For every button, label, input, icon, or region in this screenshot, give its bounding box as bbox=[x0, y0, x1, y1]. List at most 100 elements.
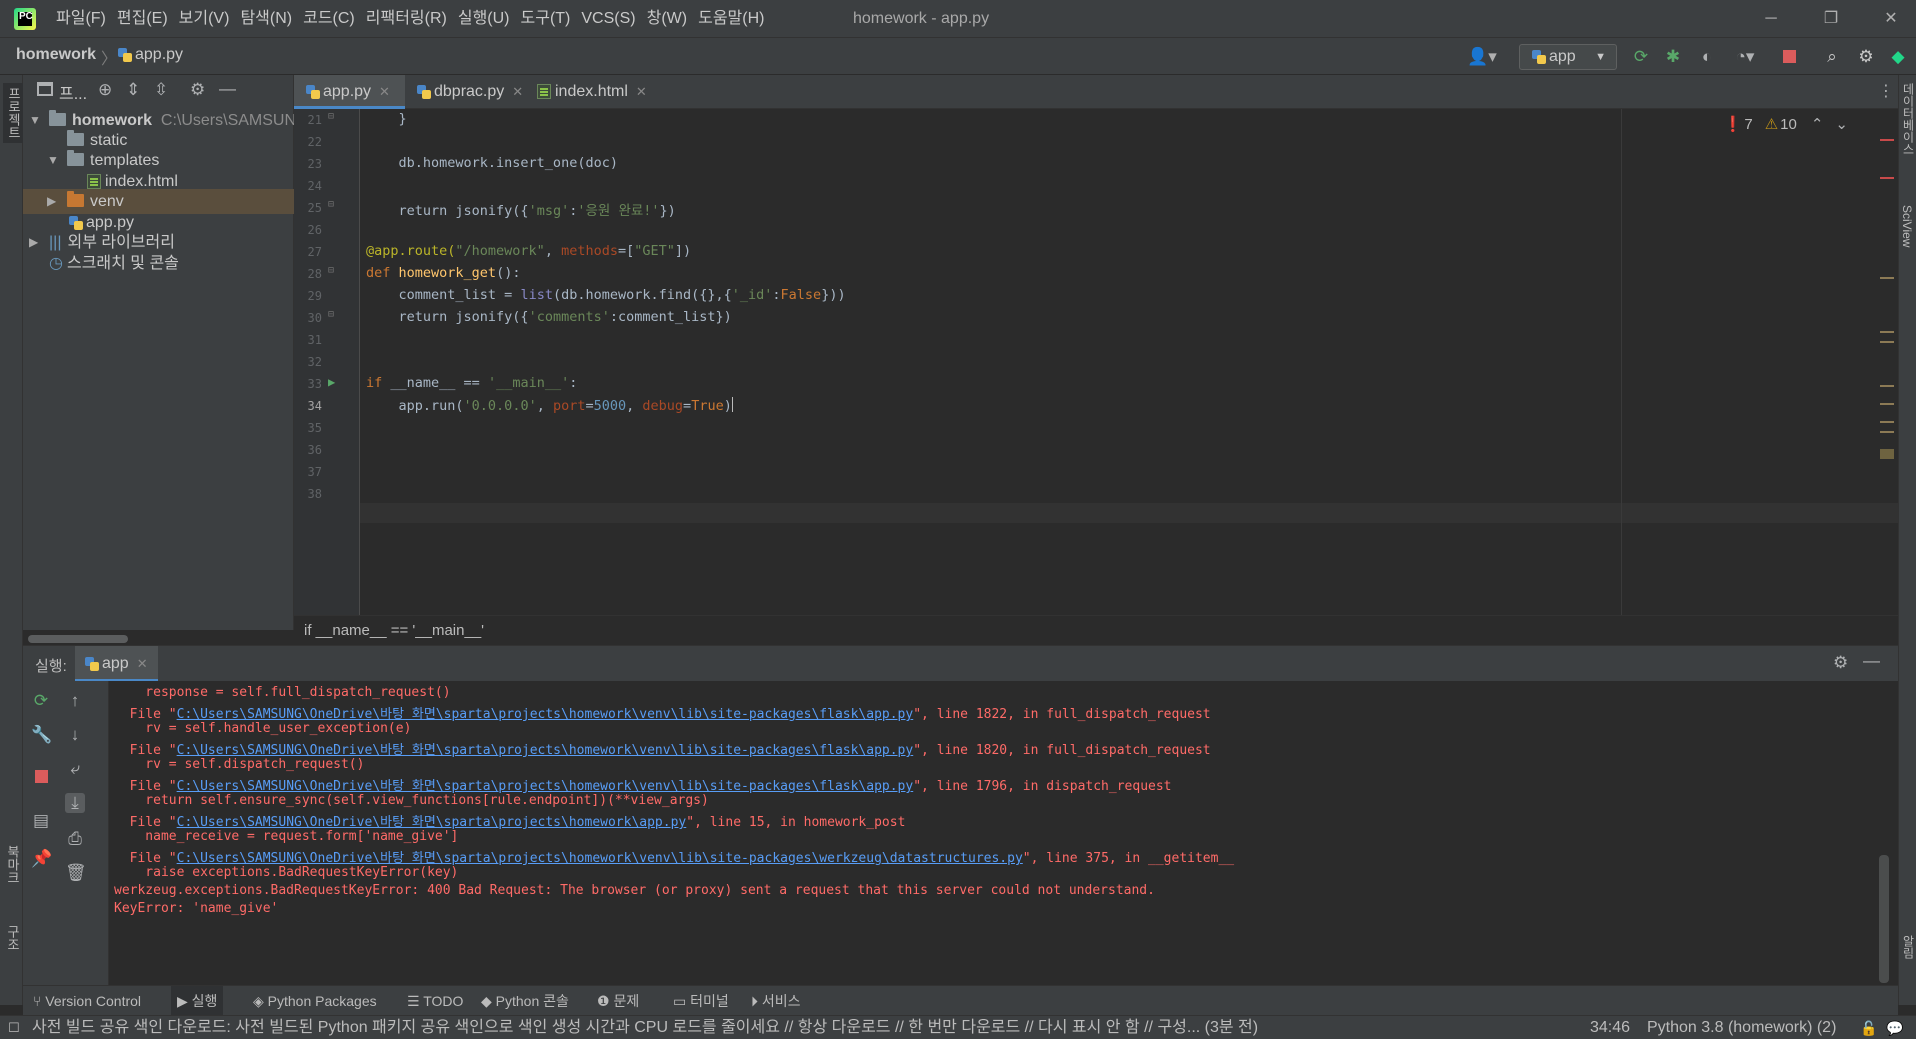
coverage-icon[interactable]: ◐ bbox=[1697, 47, 1717, 67]
tool-services[interactable]: ⏵ 서비스 bbox=[751, 986, 801, 1016]
status-toggle-icon[interactable]: ☐ bbox=[8, 1016, 20, 1039]
lock-icon[interactable]: 🔓 bbox=[1860, 1016, 1877, 1039]
tab-app-py[interactable]: app.py ✕ bbox=[294, 75, 405, 109]
run-gutter-icon[interactable]: ▶ bbox=[328, 375, 335, 389]
hide-panel-icon[interactable]: — bbox=[219, 79, 236, 99]
tool-window-database[interactable]: 데이터베이스 bbox=[1900, 83, 1916, 155]
tool-version-control[interactable]: ⑂ Version Control bbox=[33, 986, 141, 1016]
print-icon[interactable]: ⎙ bbox=[65, 829, 85, 849]
close-button[interactable]: ✕ bbox=[1868, 0, 1914, 37]
tool-problems[interactable]: ❶ 문제 bbox=[597, 986, 639, 1016]
line-number: 22 bbox=[307, 135, 322, 149]
scroll-down-icon[interactable]: ↓ bbox=[65, 725, 85, 745]
profile-icon[interactable]: ◔▾ bbox=[1728, 47, 1762, 67]
tool-todo[interactable]: ☰ TODO bbox=[407, 986, 463, 1016]
menu-tools[interactable]: 도구(T) bbox=[521, 0, 579, 37]
project-panel-title[interactable]: 프... bbox=[59, 80, 87, 104]
tab-dbprac-py[interactable]: dbprac.py ✕ bbox=[405, 75, 525, 109]
menu-code[interactable]: 코드(C) bbox=[303, 0, 363, 37]
python-console-icon: ◆ bbox=[481, 993, 496, 1009]
close-tab-icon[interactable]: ✕ bbox=[636, 84, 647, 99]
breadcrumb-project[interactable]: homework bbox=[16, 46, 96, 64]
fold-icon[interactable]: ⊟ bbox=[328, 111, 334, 122]
tool-window-structure[interactable]: 구조 bbox=[3, 925, 22, 951]
run-config-select[interactable]: app ▼ bbox=[1519, 44, 1617, 70]
tab-index-html[interactable]: index.html ✕ bbox=[525, 75, 655, 109]
run-tab-app[interactable]: app ✕ bbox=[75, 646, 158, 682]
tool-window-project[interactable]: 프로젝트 bbox=[3, 83, 24, 143]
fold-icon[interactable]: ⊟ bbox=[328, 309, 334, 320]
restore-button[interactable]: ❐ bbox=[1808, 0, 1854, 37]
modify-run-config-icon[interactable]: 🔧 bbox=[31, 725, 52, 745]
menu-refactor[interactable]: 리팩터링(R) bbox=[366, 0, 455, 37]
notifications-icon[interactable]: 💬 bbox=[1886, 1016, 1903, 1039]
editor-breadcrumb[interactable]: if __name__ == '__main__' bbox=[294, 615, 1898, 645]
rerun-icon[interactable]: ⟳ bbox=[31, 691, 51, 711]
close-tab-icon[interactable]: ✕ bbox=[379, 84, 390, 99]
console-file-link[interactable]: C:\Users\SAMSUNG\OneDrive\바탕 화면\sparta\p… bbox=[177, 779, 914, 794]
tool-window-sciview[interactable]: SciView bbox=[1900, 205, 1914, 247]
python-interpreter[interactable]: Python 3.8 (homework) (2) bbox=[1647, 1016, 1836, 1039]
pin-icon[interactable]: 📌 bbox=[31, 849, 52, 869]
rerun-icon[interactable]: ⟳ bbox=[1631, 47, 1651, 67]
warning-marker bbox=[1880, 331, 1894, 333]
search-icon[interactable]: ⌕ bbox=[1822, 47, 1842, 67]
console-file-link[interactable]: C:\Users\SAMSUNG\OneDrive\바탕 화면\sparta\p… bbox=[177, 743, 914, 758]
menu-navigate[interactable]: 탐색(N) bbox=[240, 0, 300, 37]
tab-more-options-icon[interactable]: ⋮ bbox=[1878, 81, 1894, 101]
menu-help[interactable]: 도움말(H) bbox=[698, 0, 772, 37]
panel-settings-gear-icon[interactable]: ⚙ bbox=[190, 80, 205, 100]
collapse-all-icon[interactable]: ⇳ bbox=[154, 80, 168, 100]
menu-run[interactable]: 실행(U) bbox=[458, 0, 518, 37]
plugins-icon[interactable]: ◆ bbox=[1888, 47, 1908, 67]
menu-view[interactable]: 보기(V) bbox=[179, 0, 238, 37]
tool-python-packages[interactable]: ◈ Python Packages bbox=[253, 986, 377, 1016]
locate-icon[interactable]: ⊕ bbox=[98, 80, 112, 100]
stop-icon[interactable] bbox=[31, 767, 51, 787]
fold-icon[interactable]: ⊟ bbox=[328, 265, 334, 276]
close-tab-icon[interactable]: ✕ bbox=[137, 656, 148, 671]
scroll-up-icon[interactable]: ↑ bbox=[65, 691, 85, 711]
console-file-link[interactable]: C:\Users\SAMSUNG\OneDrive\바탕 화면\sparta\p… bbox=[177, 851, 1023, 866]
editor-scroll-markers[interactable] bbox=[1876, 109, 1898, 615]
tool-window-bookmarks[interactable]: 북마크 bbox=[3, 845, 22, 884]
menu-edit[interactable]: 편집(E) bbox=[117, 0, 176, 37]
settings-gear-icon[interactable]: ⚙ bbox=[1856, 47, 1876, 67]
run-settings-gear-icon[interactable]: ⚙ bbox=[1833, 653, 1848, 673]
clear-all-icon[interactable]: 🗑 bbox=[65, 863, 87, 883]
previous-problem-icon[interactable]: ⌃ bbox=[1811, 115, 1824, 133]
run-panel-header: 실행: app ✕ ⚙ — bbox=[23, 645, 1898, 682]
expand-all-icon[interactable]: ⇕ bbox=[126, 80, 140, 100]
scroll-to-end-icon[interactable]: ⤓ bbox=[65, 793, 85, 813]
minimize-button[interactable]: ─ bbox=[1748, 0, 1794, 37]
inspection-widget[interactable]: ❗ 7 ⚠ 10 ⌃ ⌄ bbox=[1724, 115, 1848, 134]
scratches-icon: ◷ bbox=[49, 255, 63, 272]
layout-icon[interactable]: ▤ bbox=[31, 811, 51, 831]
menu-window[interactable]: 창(W) bbox=[647, 0, 695, 37]
code-line: def homework_get(): bbox=[366, 265, 521, 281]
console-scrollbar[interactable] bbox=[1879, 855, 1889, 983]
code-editor[interactable]: 21 22 23 24 25 26 27 28 29 30 31 32 33 3… bbox=[294, 109, 1898, 615]
console-file-link[interactable]: C:\Users\SAMSUNG\OneDrive\바탕 화면\sparta\p… bbox=[177, 815, 687, 830]
tool-run[interactable]: ▶ 실행 bbox=[171, 986, 224, 1016]
next-problem-icon[interactable]: ⌄ bbox=[1835, 115, 1848, 133]
run-console-output[interactable]: response = self.full_dispatch_request() … bbox=[109, 681, 1898, 985]
project-horizontal-scrollbar[interactable] bbox=[28, 635, 128, 643]
caret-position[interactable]: 34:46 bbox=[1590, 1016, 1630, 1039]
console-file-link[interactable]: C:\Users\SAMSUNG\OneDrive\바탕 화면\sparta\p… bbox=[177, 707, 914, 722]
tool-python-console[interactable]: ◆ Python 콘솔 bbox=[481, 986, 569, 1016]
status-message[interactable]: 사전 빌드 공유 색인 다운로드: 사전 빌드된 Python 패키지 공유 색… bbox=[32, 1016, 1572, 1039]
menu-file[interactable]: 파일(F) bbox=[56, 0, 114, 37]
close-tab-icon[interactable]: ✕ bbox=[512, 84, 523, 99]
fold-icon[interactable]: ⊟ bbox=[328, 199, 334, 210]
soft-wrap-icon[interactable]: ⤶ bbox=[65, 759, 85, 779]
stop-icon[interactable] bbox=[1779, 47, 1799, 67]
debug-bug-icon[interactable]: ✱ bbox=[1663, 47, 1683, 67]
tree-item-scratches[interactable]: ◷ 스크래치 및 콘솔 bbox=[23, 251, 294, 276]
hide-run-panel-icon[interactable]: — bbox=[1863, 651, 1880, 671]
tool-terminal[interactable]: ▭ 터미널 bbox=[673, 986, 729, 1016]
menu-vcs[interactable]: VCS(S) bbox=[581, 0, 643, 37]
tool-window-notifications[interactable]: 알림 bbox=[1900, 935, 1916, 959]
user-account-icon[interactable]: 👤▾ bbox=[1465, 47, 1499, 67]
breadcrumb-file[interactable]: app.py bbox=[118, 46, 183, 64]
